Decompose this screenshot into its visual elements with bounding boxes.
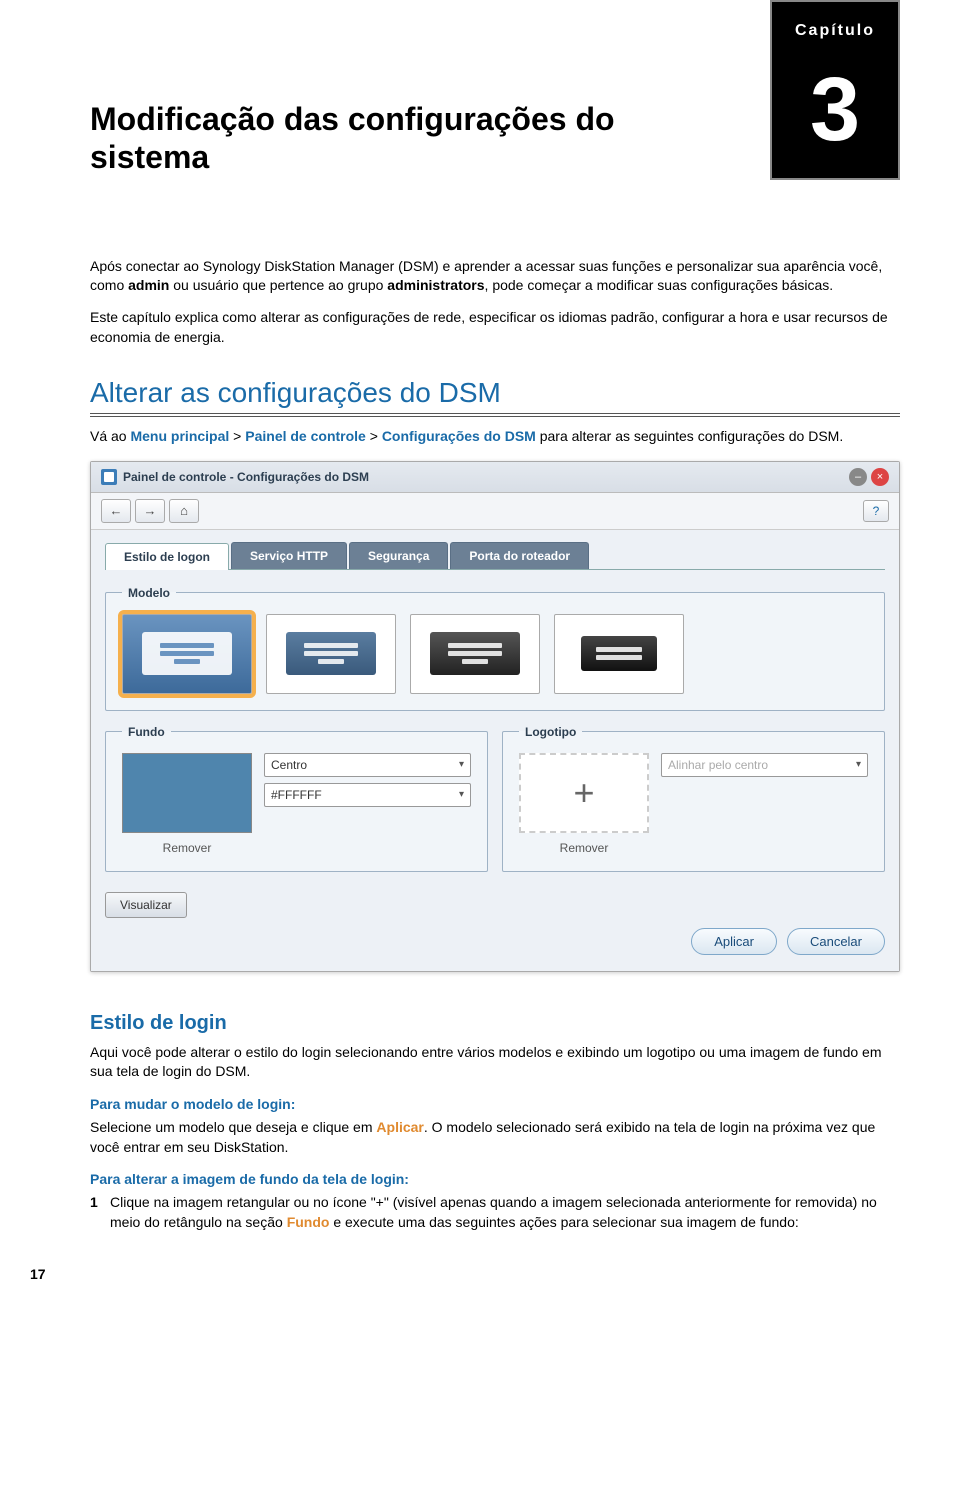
tab-login-style[interactable]: Estilo de logon (105, 543, 229, 570)
tabs-row: Estilo de logon Serviço HTTP Segurança P… (105, 542, 885, 570)
model-template-1[interactable] (122, 614, 252, 694)
modelo-fieldset: Modelo (105, 586, 885, 711)
control-panel-icon (101, 469, 117, 485)
aplicar-button[interactable]: Aplicar (691, 928, 777, 955)
step-2-list: Clique na imagem retangular ou no ícone … (90, 1193, 900, 1232)
intro-paragraph-1: Após conectar ao Synology DiskStation Ma… (90, 257, 900, 296)
chapter-number: 3 (772, 65, 898, 155)
tab-security[interactable]: Segurança (349, 542, 448, 569)
login-style-heading: Estilo de login (90, 1012, 900, 1035)
section-heading: Alterar as configurações do DSM (90, 377, 900, 417)
logo-remove-link[interactable]: Remover (519, 841, 649, 855)
nav-home-button[interactable]: ⌂ (169, 499, 199, 523)
fundo-color-select[interactable]: #FFFFFF ▾ (264, 783, 471, 807)
help-button[interactable]: ? (863, 500, 889, 522)
window-title: Painel de controle - Configurações do DS… (123, 470, 369, 484)
intro-paragraph-2: Este capítulo explica como alterar as co… (90, 308, 900, 347)
fundo-fieldset: Fundo Remover Centro ▾ #FFFF (105, 725, 488, 872)
chapter-box: Capítulo 3 (770, 0, 900, 180)
login-style-paragraph: Aqui você pode alterar o estilo do login… (90, 1043, 900, 1082)
window-titlebar: Painel de controle - Configurações do DS… (91, 462, 899, 493)
cancelar-button[interactable]: Cancelar (787, 928, 885, 955)
fundo-legend: Fundo (122, 725, 171, 739)
window-toolbar: ← → ⌂ ? (91, 493, 899, 530)
step-heading-2: Para alterar a imagem de fundo da tela d… (90, 1171, 900, 1187)
nav-back-button[interactable]: ← (101, 499, 131, 523)
model-template-4[interactable] (554, 614, 684, 694)
model-template-2[interactable] (266, 614, 396, 694)
chapter-label: Capítulo (772, 2, 898, 40)
visualizar-button[interactable]: Visualizar (105, 892, 187, 918)
nav-forward-button[interactable]: → (135, 499, 165, 523)
logo-dropzone[interactable]: + (519, 753, 649, 833)
tab-http-service[interactable]: Serviço HTTP (231, 542, 347, 569)
logo-align-select[interactable]: Alinhar pelo centro ▾ (661, 753, 868, 777)
fundo-remove-link[interactable]: Remover (122, 841, 252, 855)
fundo-preview[interactable] (122, 753, 252, 833)
dsm-settings-panel: Painel de controle - Configurações do DS… (90, 461, 900, 972)
logotipo-fieldset: Logotipo + Remover Alinhar pelo centro ▾ (502, 725, 885, 872)
plus-icon: + (573, 772, 594, 814)
modelo-legend: Modelo (122, 586, 176, 600)
section-lead: Vá ao Menu principal > Painel de control… (90, 427, 900, 447)
step-heading-1: Para mudar o modelo de login: (90, 1096, 900, 1112)
chevron-down-icon: ▾ (459, 759, 464, 770)
chevron-down-icon: ▾ (856, 759, 861, 770)
close-icon[interactable]: × (871, 468, 889, 486)
tab-router-port[interactable]: Porta do roteador (450, 542, 589, 569)
chevron-down-icon: ▾ (459, 789, 464, 800)
page-title: Modificação das configurações do sistema (90, 100, 690, 177)
minimize-icon[interactable]: – (849, 468, 867, 486)
list-item: Clique na imagem retangular ou no ícone … (90, 1193, 900, 1232)
logotipo-legend: Logotipo (519, 725, 582, 739)
model-template-3[interactable] (410, 614, 540, 694)
step-1-text: Selecione um modelo que deseja e clique … (90, 1118, 900, 1157)
fundo-position-select[interactable]: Centro ▾ (264, 753, 471, 777)
page-number: 17 (30, 1266, 46, 1282)
